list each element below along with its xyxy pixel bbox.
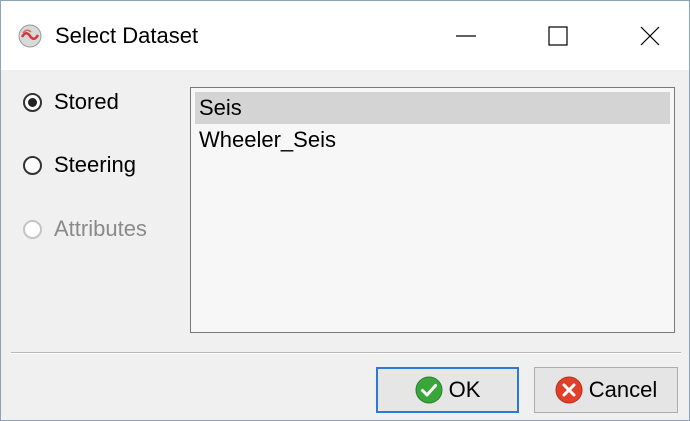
select-dataset-dialog: Select Dataset Stored Steering Attribute… [0, 0, 690, 421]
close-button[interactable] [615, 1, 684, 70]
check-circle-icon [415, 376, 443, 404]
list-item-seis[interactable]: Seis [195, 92, 670, 124]
radio-attributes: Attributes [23, 216, 147, 242]
cross-circle-icon [555, 376, 583, 404]
maximize-button[interactable] [523, 1, 592, 70]
list-item-wheeler-seis[interactable]: Wheeler_Seis [191, 124, 674, 156]
ok-button[interactable]: OK [376, 367, 519, 413]
radio-button-checked[interactable] [23, 92, 42, 112]
minimize-icon [455, 34, 476, 37]
radio-steering-label: Steering [54, 152, 136, 177]
title-bar[interactable]: Select Dataset [1, 1, 689, 70]
radio-stored-label: Stored [54, 89, 119, 114]
radio-stored[interactable]: Stored [23, 89, 119, 115]
cancel-button[interactable]: Cancel [534, 367, 678, 413]
window-title: Select Dataset [55, 23, 199, 48]
seismic-app-icon [18, 24, 42, 48]
dataset-list[interactable]: Seis Wheeler_Seis [190, 87, 675, 333]
close-icon [640, 26, 659, 45]
separator [11, 352, 681, 354]
ok-button-label: OK [448, 377, 481, 402]
maximize-icon [547, 25, 568, 46]
minimize-button[interactable] [431, 1, 500, 70]
radio-button-disabled [23, 219, 42, 239]
radio-button-unchecked[interactable] [23, 155, 42, 175]
cancel-button-label: Cancel [588, 377, 658, 402]
radio-steering[interactable]: Steering [23, 152, 136, 178]
radio-attributes-label: Attributes [54, 216, 147, 241]
